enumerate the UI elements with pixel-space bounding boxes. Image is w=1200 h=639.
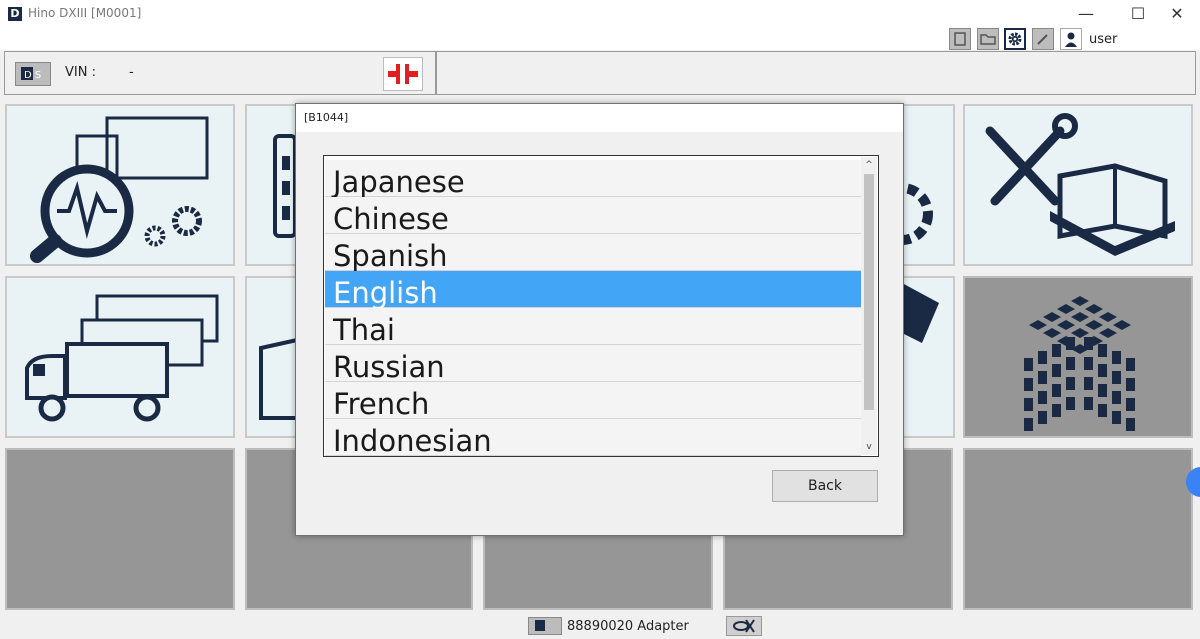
vin-bar: D S VIN : - xyxy=(4,51,1196,95)
vin-logo-icon: D S xyxy=(15,62,51,86)
connector-icon xyxy=(388,64,418,84)
scroll-up-arrow-icon[interactable]: ^ xyxy=(861,157,877,173)
dialog-title-bar: [B1044] xyxy=(296,104,903,132)
settings-tile[interactable] xyxy=(895,104,955,266)
language-item-thai[interactable]: Thai xyxy=(325,308,861,347)
username-label: user xyxy=(1089,32,1118,47)
window-title: Hino DXIII [M0001] xyxy=(28,6,142,20)
disconnect-icon[interactable] xyxy=(726,616,762,636)
user-icon[interactable] xyxy=(1060,28,1082,50)
listbox-scrollbar[interactable]: ^ v xyxy=(861,157,877,455)
cube-grid-icon xyxy=(1024,296,1135,431)
scroll-thumb[interactable] xyxy=(864,174,874,410)
app-icon: D xyxy=(8,7,22,21)
edit-icon[interactable] xyxy=(1032,28,1054,50)
dialog-title: [B1044] xyxy=(304,111,349,124)
gear-icon xyxy=(897,183,933,245)
language-listbox[interactable]: Japanese Chinese Spanish English Thai Ru… xyxy=(323,155,879,457)
print-icon[interactable] xyxy=(949,28,971,50)
diagnosis-tile[interactable] xyxy=(5,104,235,266)
language-item-french[interactable]: French xyxy=(325,382,861,421)
card-tile[interactable] xyxy=(895,276,955,438)
adapter-status: 88890020 Adapter xyxy=(567,619,689,634)
close-button[interactable]: ✕ xyxy=(1154,0,1200,30)
card-icon xyxy=(902,283,939,343)
vin-logo-text: D S xyxy=(24,70,41,81)
language-item-russian[interactable]: Russian xyxy=(325,345,861,384)
modules-tile[interactable] xyxy=(963,276,1193,438)
language-item-japanese[interactable]: Japanese xyxy=(325,160,861,199)
language-dialog: [B1044] Japanese Chinese Spanish English… xyxy=(295,103,904,536)
title-bar: D Hino DXIII [M0001] — ☐ ✕ xyxy=(0,0,1200,30)
language-item-spanish[interactable]: Spanish xyxy=(325,234,861,273)
diagnosis-truck-magnifier-icon xyxy=(30,116,209,263)
gear-icon[interactable] xyxy=(1004,28,1026,50)
language-item-indonesian[interactable]: Indonesian xyxy=(325,419,861,456)
empty-tile-1 xyxy=(5,448,235,610)
adapter-logo-icon xyxy=(528,617,562,635)
trucks-fleet-icon xyxy=(25,294,219,422)
empty-tile-5 xyxy=(963,448,1193,610)
tools-manual-tile[interactable] xyxy=(963,104,1193,266)
back-button[interactable]: Back xyxy=(772,470,878,502)
minimize-button[interactable]: — xyxy=(1063,0,1109,30)
folder-icon[interactable] xyxy=(977,28,999,50)
tools-manual-icon xyxy=(985,113,1175,256)
connect-button[interactable] xyxy=(383,57,423,91)
vin-label: VIN : xyxy=(65,65,96,80)
vin-value: - xyxy=(129,65,134,80)
fleet-tile[interactable] xyxy=(5,276,235,438)
vin-divider xyxy=(435,52,437,94)
language-item-english[interactable]: English xyxy=(325,271,861,310)
scroll-down-arrow-icon[interactable]: v xyxy=(861,439,877,455)
language-item-chinese[interactable]: Chinese xyxy=(325,197,861,236)
